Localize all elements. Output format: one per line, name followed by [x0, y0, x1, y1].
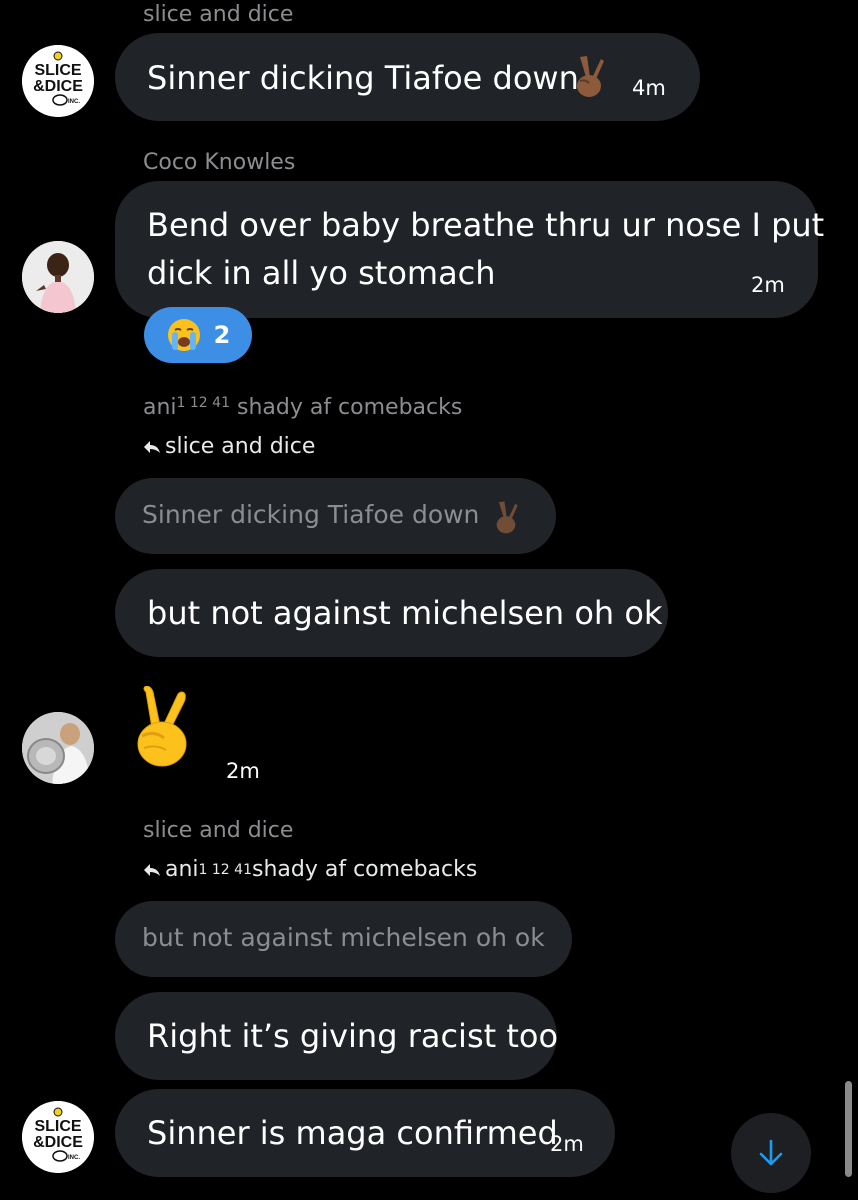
- avatar-photo-icon: [22, 241, 94, 313]
- sender-name-superscript: 1 12 41: [176, 395, 230, 411]
- message-text: but not against michelsen oh ok: [147, 594, 663, 632]
- quoted-message[interactable]: but not against michelsen oh ok: [115, 901, 572, 977]
- arrow-down-icon: [759, 1139, 783, 1166]
- sender-name: slice and dice: [143, 818, 294, 843]
- sender-name-rest: shady af comebacks: [229, 395, 463, 420]
- message-time: 2m: [550, 1132, 584, 1156]
- victory-hand-emoji-icon: [496, 501, 518, 534]
- message-time: 2m: [751, 273, 785, 297]
- message-bubble[interactable]: Sinner dicking Tiafoe down 4m: [115, 33, 700, 121]
- reply-to-name: slice and dice: [165, 434, 316, 459]
- reply-arrow-icon: [144, 440, 160, 453]
- reply-to-rest: shady af comebacks: [251, 857, 478, 882]
- quoted-message[interactable]: Sinner dicking Tiafoe down: [115, 478, 556, 554]
- reply-to-indicator: slice and dice: [143, 434, 315, 459]
- quoted-message-text: but not against michelsen oh ok: [142, 923, 545, 952]
- quoted-message-text: Sinner dicking Tiafoe down: [142, 500, 480, 529]
- slice-dice-logo-icon: SLICE &DICE INC.: [22, 1101, 94, 1173]
- loudly-crying-face-emoji-icon: [167, 319, 200, 351]
- sender-name-main: ani: [143, 395, 177, 420]
- sender-name: Coco Knowles: [143, 150, 296, 175]
- logo-text-line3: INC.: [68, 1155, 80, 1161]
- slice-dice-logo-icon: SLICE &DICE INC.: [22, 45, 94, 117]
- message-text: Sinner is maga confirmed: [147, 1114, 558, 1152]
- reaction-pill[interactable]: 2: [144, 307, 252, 363]
- reply-to-superscript: 1 12 41: [198, 861, 252, 878]
- victory-hand-emoji-icon: [137, 686, 187, 767]
- logo-text-line2: &DICE: [33, 78, 83, 95]
- avatar-slice-and-dice[interactable]: SLICE &DICE INC.: [22, 1101, 94, 1173]
- reply-to-indicator: ani 1 12 41 shady af comebacks: [143, 857, 477, 882]
- message-time: 4m: [632, 76, 666, 100]
- avatar-coco-knowles[interactable]: [22, 241, 94, 313]
- avatar-user-trophy[interactable]: [22, 712, 94, 784]
- avatar-slice-and-dice[interactable]: SLICE &DICE INC.: [22, 45, 94, 117]
- logo-text-line2: &DICE: [33, 1134, 83, 1151]
- avatar-photo-icon: [22, 712, 94, 784]
- message-bubble[interactable]: Bend over baby breathe thru ur nose I pu…: [115, 181, 824, 318]
- message-text: Sinner dicking Tiafoe down: [147, 59, 579, 97]
- message-bubble[interactable]: Sinner is maga confirmed 2m: [115, 1089, 615, 1177]
- reaction-count: 2: [213, 321, 231, 349]
- reply-to-name: ani: [165, 857, 199, 882]
- scroll-to-bottom-button[interactable]: [731, 1113, 811, 1193]
- message-text: Right it’s giving racist too: [147, 1017, 559, 1055]
- message-bubble[interactable]: Right it’s giving racist too: [115, 992, 559, 1080]
- logo-text-line1: SLICE: [34, 62, 81, 79]
- scrollbar-thumb[interactable]: [845, 1081, 852, 1177]
- message-text-line1: Bend over baby breathe thru ur nose I pu…: [147, 206, 825, 244]
- logo-text-line3: INC.: [68, 99, 80, 105]
- message-bubble[interactable]: but not against michelsen oh ok: [115, 569, 668, 657]
- message-time: 2m: [226, 759, 260, 783]
- victory-hand-emoji-icon: [577, 56, 604, 97]
- sender-name: slice and dice: [143, 2, 294, 27]
- reply-arrow-icon: [144, 863, 160, 876]
- message-text-line2: dick in all yo stomach: [147, 254, 496, 292]
- logo-text-line1: SLICE: [34, 1118, 81, 1135]
- sender-name: ani1 12 41 shady af comebacks: [143, 395, 462, 420]
